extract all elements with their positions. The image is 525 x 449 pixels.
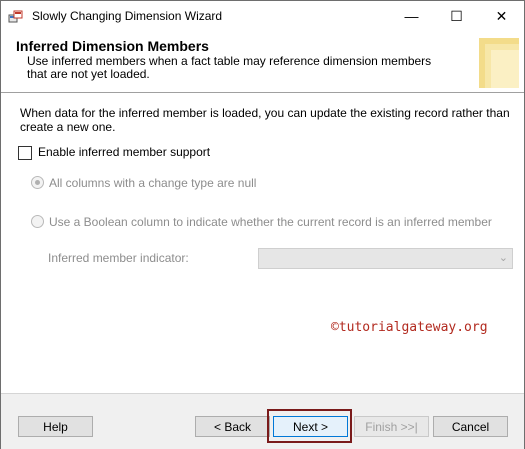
inferred-indicator-select[interactable]: ⌄ (258, 248, 513, 269)
wizard-body: When data for the inferred member is loa… (1, 93, 524, 393)
inferred-indicator-label: Inferred member indicator: (48, 251, 189, 265)
page-subtitle: Use inferred members when a fact table m… (27, 54, 432, 81)
wizard-window: Slowly Changing Dimension Wizard — ☐ ✕ I… (0, 0, 525, 449)
wizard-banner-icon (479, 38, 519, 88)
wizard-app-icon (8, 10, 23, 23)
window-title: Slowly Changing Dimension Wizard (32, 9, 223, 23)
button-bar: Help < Back Next > Finish >>| Cancel (1, 393, 524, 449)
cancel-button[interactable]: Cancel (433, 416, 508, 437)
page-header: Inferred Dimension Members Use inferred … (1, 32, 524, 93)
next-button[interactable]: Next > (273, 416, 348, 437)
enable-inferred-label[interactable]: Enable inferred member support (38, 145, 210, 159)
watermark-text: ©tutorialgateway.org (331, 320, 488, 335)
chevron-down-icon: ⌄ (498, 252, 508, 264)
help-button[interactable]: Help (18, 416, 93, 437)
intro-text: When data for the inferred member is loa… (20, 106, 510, 134)
minimize-button[interactable]: — (389, 1, 434, 32)
radio-boolean-column-label[interactable]: Use a Boolean column to indicate whether… (49, 215, 492, 229)
title-bar[interactable]: Slowly Changing Dimension Wizard — ☐ ✕ (1, 1, 524, 32)
maximize-button[interactable]: ☐ (434, 1, 479, 32)
radio-all-null-label[interactable]: All columns with a change type are null (49, 176, 256, 190)
radio-selected-dot (35, 180, 40, 185)
radio-all-null[interactable] (31, 176, 44, 189)
enable-inferred-checkbox[interactable] (18, 146, 32, 160)
finish-button[interactable]: Finish >>| (354, 416, 429, 437)
close-button[interactable]: ✕ (479, 1, 524, 32)
radio-boolean-column[interactable] (31, 215, 44, 228)
back-button[interactable]: < Back (195, 416, 270, 437)
page-title: Inferred Dimension Members (16, 38, 209, 54)
